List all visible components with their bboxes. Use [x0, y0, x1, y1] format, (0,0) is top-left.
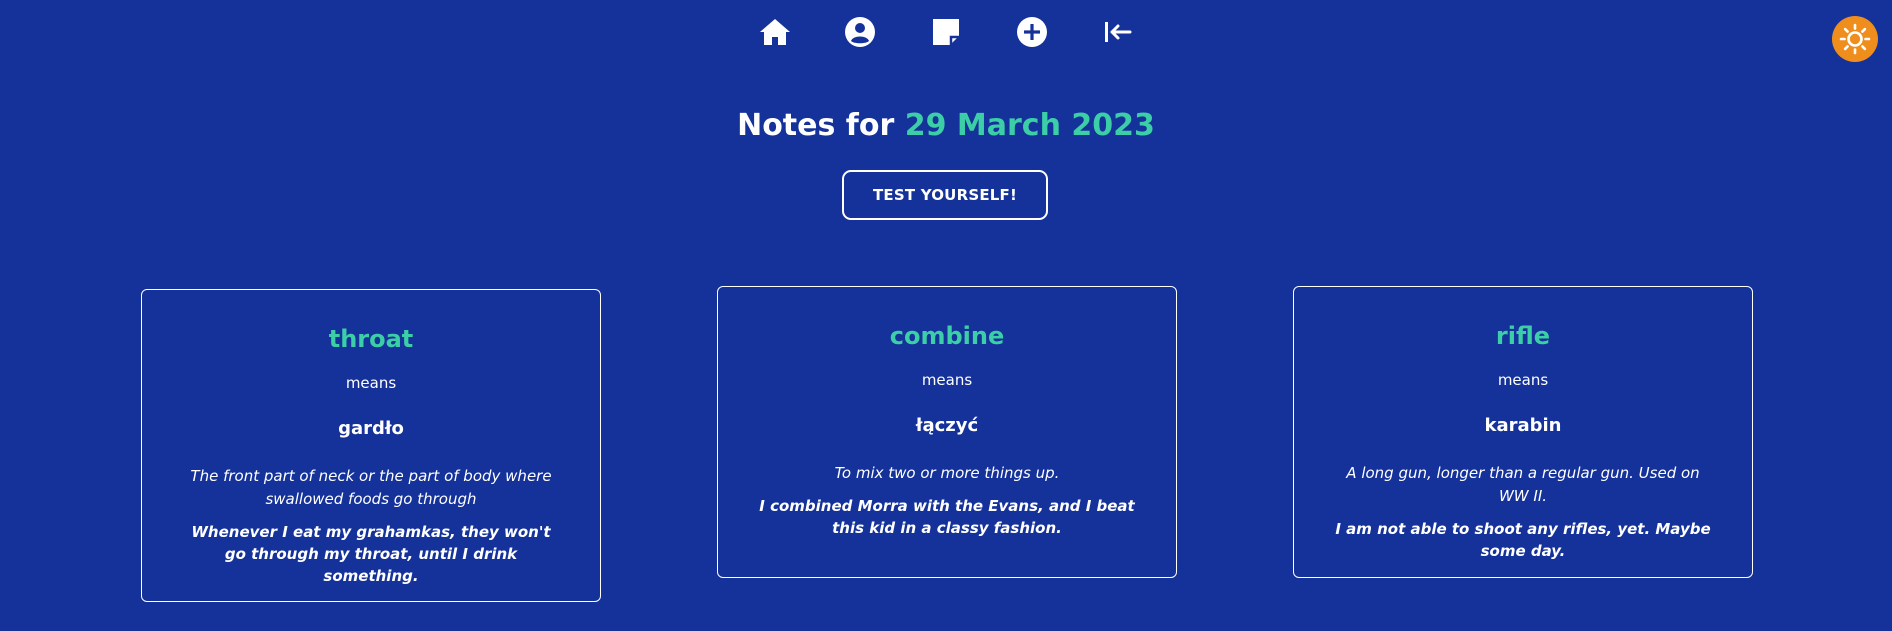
logout-icon: [1105, 22, 1132, 42]
user-icon: [845, 17, 875, 47]
home-button[interactable]: [758, 15, 792, 49]
page-title-date: 29 March 2023: [904, 108, 1155, 143]
note-example: I am not able to shoot any rifles, yet. …: [1335, 520, 1711, 560]
note-word: rifle: [1495, 322, 1551, 350]
note-definition: A long gun, longer than a regular gun. U…: [1346, 464, 1700, 505]
sun-icon: [1839, 23, 1871, 55]
note-translation: gardło: [338, 418, 404, 439]
test-yourself-button[interactable]: TEST YOURSELF!: [842, 170, 1048, 220]
note-card: rifle means karabin A long gun, longer t…: [1293, 286, 1753, 578]
note-definition: The front part of neck or the part of bo…: [190, 467, 552, 508]
note-example: Whenever I eat my grahamkas, they won't …: [191, 523, 551, 585]
note-word: throat: [328, 325, 414, 353]
note-card: throat means gardło The front part of ne…: [141, 289, 601, 602]
theme-toggle-button[interactable]: [1832, 16, 1878, 62]
note-translation: łączyć: [915, 415, 979, 436]
means-label: means: [345, 374, 397, 392]
note-definition: To mix two or more things up.: [834, 464, 1060, 482]
means-label: means: [921, 371, 973, 389]
add-icon: [1017, 17, 1047, 47]
page-title: Notes for 29 March 2023: [0, 104, 1892, 148]
profile-button[interactable]: [843, 15, 877, 49]
home-icon: [760, 19, 790, 45]
notes-button[interactable]: [929, 15, 963, 49]
note-translation: karabin: [1484, 415, 1562, 436]
note-card: combine means łączyć To mix two or more …: [717, 286, 1177, 578]
page-title-prefix: Notes for: [737, 108, 895, 143]
logout-button[interactable]: [1101, 15, 1135, 49]
note-icon: [933, 19, 959, 45]
note-word: combine: [889, 322, 1005, 350]
top-nav: [0, 12, 1892, 52]
note-example: I combined Morra with the Evans, and I b…: [759, 497, 1135, 537]
means-label: means: [1497, 371, 1549, 389]
add-note-button[interactable]: [1015, 15, 1049, 49]
